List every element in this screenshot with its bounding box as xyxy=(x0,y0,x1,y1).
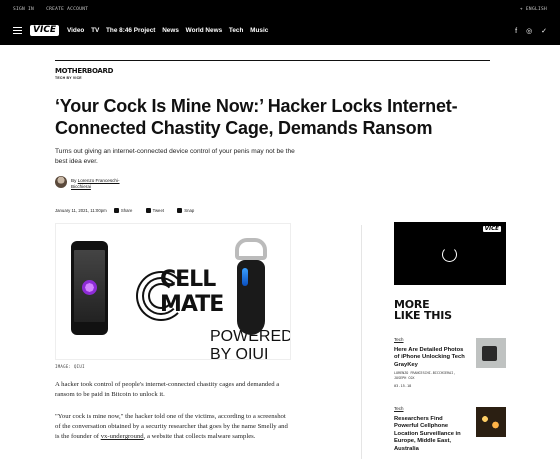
image-credit: IMAGE: QIUI xyxy=(55,364,85,369)
loading-spinner-icon xyxy=(442,247,457,262)
article-title: ‘Your Cock Is Mine Now:’ Hacker Locks In… xyxy=(55,96,458,138)
hero-image: CELL MATE POWERED BY QIUI xyxy=(55,223,291,360)
card-thumbnail[interactable] xyxy=(476,338,506,368)
nav-link-music[interactable]: Music xyxy=(250,27,268,34)
snapchat-icon xyxy=(177,208,183,213)
phone-image xyxy=(71,241,108,335)
tweet-label: Tweet xyxy=(152,208,165,213)
paragraph-2-text-b: , a website that collects malware sample… xyxy=(143,433,256,440)
vice-logo[interactable]: VICE xyxy=(30,25,60,36)
cellmate-word-2: MATE xyxy=(160,292,224,317)
share-snapchat-button[interactable]: Snap xyxy=(177,208,200,213)
brand-tagline: TECH BY VICE xyxy=(55,76,82,80)
more-like-this-heading: MORE LIKE THIS xyxy=(394,299,452,321)
article-dek: Turns out giving an internet-connected d… xyxy=(55,148,295,165)
sign-in-link[interactable]: SIGN IN xyxy=(13,7,34,12)
share-label: Share xyxy=(120,208,133,213)
social-links: f ◎ ✓ xyxy=(508,27,547,35)
nav-link-tv[interactable]: TV xyxy=(91,27,99,34)
paragraph-1: A hacker took control of people's intern… xyxy=(55,381,280,398)
twitter-icon xyxy=(145,208,151,213)
related-article-card[interactable]: Tech Here Are Detailed Photos of iPhone … xyxy=(394,337,506,388)
main-nav: VICE Video TV The 8:46 Project News Worl… xyxy=(0,18,560,45)
video-player[interactable]: VICE xyxy=(394,222,506,285)
card-title[interactable]: Researchers Find Powerful Cellphone Loca… xyxy=(394,416,466,453)
nav-link-846-project[interactable]: The 8:46 Project xyxy=(106,27,155,34)
nav-link-news[interactable]: News xyxy=(162,27,179,34)
more-heading-line-2: LIKE THIS xyxy=(394,309,452,322)
snap-label: Snap xyxy=(184,208,195,213)
article-meta: January 11, 2021, 11:00pm Share Tweet Sn… xyxy=(55,208,206,213)
card-author: LORENZO FRANCESCHI-BICCHIERAI, JOSEPH CO… xyxy=(394,371,456,380)
motherboard-logo[interactable]: MOTHERBOARD xyxy=(55,67,490,75)
nav-link-world-news[interactable]: World News xyxy=(186,27,222,34)
share-facebook-button[interactable]: Share xyxy=(113,208,138,213)
facebook-icon[interactable]: f xyxy=(515,28,517,35)
byline-text: By Lorenzo Franceschi-Bicchierai xyxy=(71,178,131,189)
video-vice-logo: VICE xyxy=(482,226,501,232)
share-twitter-button[interactable]: Tweet xyxy=(145,208,170,213)
publish-date: January 11, 2021, 11:00pm xyxy=(55,208,107,213)
create-account-link[interactable]: CREATE ACCOUNT xyxy=(46,7,88,12)
byline-prefix: By xyxy=(71,178,77,183)
instagram-icon[interactable]: ◎ xyxy=(526,28,532,35)
author-link[interactable]: Lorenzo Franceschi-Bicchierai xyxy=(71,178,120,189)
cellmate-word-1: CELL xyxy=(160,267,216,292)
account-links: SIGN IN CREATE ACCOUNT xyxy=(13,7,97,12)
top-bar: SIGN IN CREATE ACCOUNT + ENGLISH xyxy=(0,0,560,18)
author-avatar[interactable] xyxy=(55,176,67,188)
language-selector[interactable]: + ENGLISH xyxy=(520,7,547,12)
twitter-icon[interactable]: ✓ xyxy=(541,28,547,35)
nav-link-tech[interactable]: Tech xyxy=(229,27,243,34)
cage-device-image xyxy=(231,238,271,338)
related-article-card[interactable]: Tech Researchers Find Powerful Cellphone… xyxy=(394,406,506,452)
signal-arcs-icon xyxy=(136,271,186,321)
card-date: 03.15.18 xyxy=(394,384,412,388)
nav-links: Video TV The 8:46 Project News World New… xyxy=(67,27,273,34)
card-title[interactable]: Here Are Detailed Photos of iPhone Unloc… xyxy=(394,347,466,369)
column-divider xyxy=(361,225,362,459)
vx-underground-link[interactable]: vx-underground xyxy=(101,433,144,440)
menu-icon[interactable] xyxy=(13,27,22,35)
section-brand: MOTHERBOARD TECH BY VICE xyxy=(55,60,490,80)
cellmate-logo: CELL MATE xyxy=(136,268,224,324)
paragraph-2: "Your cock is mine now," the hacker told… xyxy=(55,412,291,442)
card-thumbnail[interactable] xyxy=(476,407,506,437)
nav-link-video[interactable]: Video xyxy=(67,27,84,34)
facebook-icon xyxy=(113,208,119,213)
